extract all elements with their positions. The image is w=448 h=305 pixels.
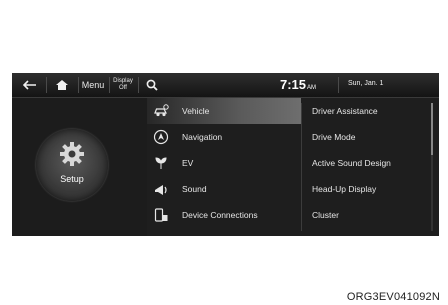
device-connections-icon [154,208,168,222]
setup-panel: Setup [12,98,147,236]
sound-icon [155,185,167,195]
vehicle-icon [154,104,169,117]
submenu-item-head-up-display[interactable]: Head-Up Display [302,176,430,202]
figure-code-caption: ORG3EV041092N [346,291,440,303]
setup-button[interactable]: Setup [36,129,108,201]
gear-icon [60,142,84,166]
menu-item-label: Sound [182,184,207,194]
display-off-line1: Display [113,78,133,84]
clock-time: 7:15 [280,77,307,92]
scrollbar-thumb[interactable] [431,103,433,155]
setup-menu-list: Vehicle Navigation EV Sound Device Conne… [147,98,301,236]
submenu-item-label: Active Sound Design [312,158,391,168]
ev-plug-icon [155,157,167,169]
submenu-item-driver-assistance[interactable]: Driver Assistance [302,98,430,124]
display-off-line2: Off [119,85,127,91]
back-arrow-icon [23,80,36,90]
submenu-item-cluster[interactable]: Cluster [302,202,430,228]
submenu-item-drive-mode[interactable]: Drive Mode [302,124,430,150]
submenu-scrollbar[interactable] [431,103,433,231]
home-button[interactable] [48,73,76,97]
menu-item-ev[interactable]: EV [147,150,301,176]
menu-item-label: Vehicle [182,106,210,116]
date-label: Sun, Jan. 1 [348,80,384,87]
submenu-item-label: Drive Mode [312,132,356,142]
menu-item-label: Device Connections [182,210,258,220]
vehicle-submenu-list: Driver Assistance Drive Mode Active Soun… [302,98,430,236]
menu-button[interactable]: Menu [78,73,108,97]
submenu-item-active-sound-design[interactable]: Active Sound Design [302,150,430,176]
infotainment-screen: Menu Display Off 7:15 AM Sun, Jan. 1 Set… [12,73,439,236]
submenu-item-label: Head-Up Display [312,184,377,194]
navigation-icon [153,129,169,145]
menu-item-vehicle[interactable]: Vehicle [147,98,301,124]
clock: 7:15 AM [280,77,316,93]
submenu-item-label: Driver Assistance [312,106,378,116]
submenu-item-label: Cluster [312,210,339,220]
search-icon [146,79,158,91]
menu-label: Menu [81,80,105,90]
menu-item-device-connections[interactable]: Device Connections [147,202,301,228]
menu-item-sound[interactable]: Sound [147,176,301,202]
top-bar: Menu Display Off 7:15 AM Sun, Jan. 1 [12,73,439,98]
display-off-label: Display Off [113,78,133,92]
menu-item-label: Navigation [182,132,223,142]
search-button[interactable] [139,73,165,97]
display-off-button[interactable]: Display Off [109,73,137,97]
setup-label: Setup [60,174,84,184]
clock-ampm: AM [307,85,317,91]
menu-item-label: EV [182,158,194,168]
back-button[interactable] [16,73,44,97]
menu-item-navigation[interactable]: Navigation [147,124,301,150]
home-icon [56,80,68,90]
